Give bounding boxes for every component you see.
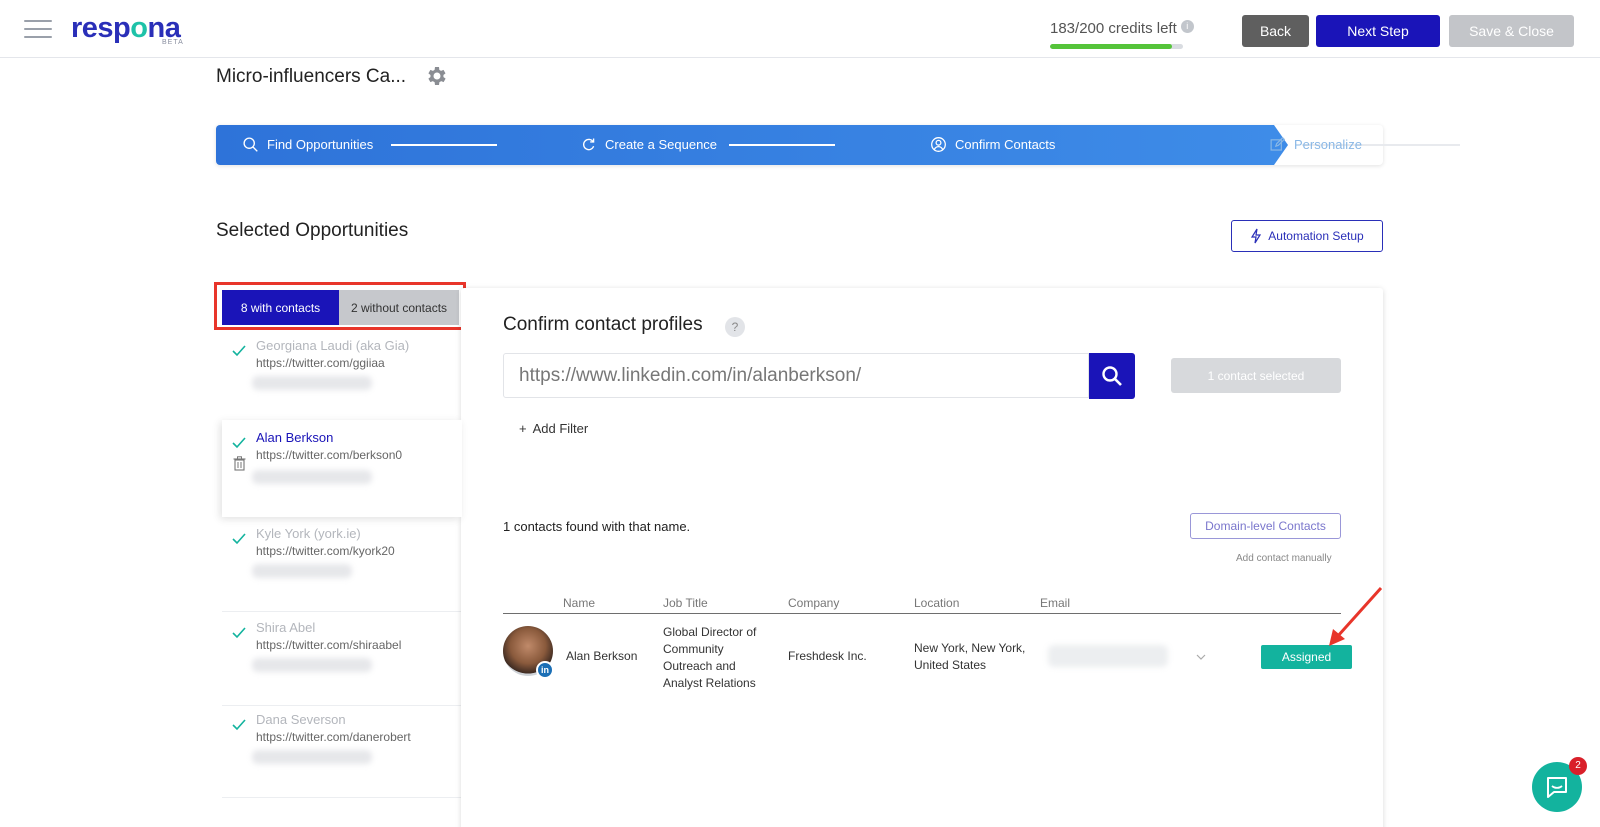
plus-icon: +: [519, 421, 527, 436]
step-connector: [391, 144, 497, 146]
contact-job-title: Global Director of Community Outreach an…: [663, 625, 757, 690]
column-header-job-title: Job Title: [663, 596, 708, 610]
opportunity-name: Dana Severson: [256, 712, 346, 727]
page-content: Micro-influencers Ca... Find Opportuniti…: [0, 58, 1600, 827]
refresh-icon: [583, 138, 595, 151]
contacts-table-header: Name Job Title Company Location Email: [503, 594, 1341, 614]
automation-setup-button[interactable]: Automation Setup: [1231, 220, 1383, 252]
menu-icon[interactable]: [24, 20, 52, 38]
card-title: Confirm contact profiles: [503, 314, 703, 335]
blurred-content: [252, 750, 372, 764]
credits-text: 183/200 credits left: [1050, 20, 1177, 37]
opportunity-url: https://twitter.com/danerobert: [256, 730, 411, 744]
blurred-content: [252, 376, 372, 390]
chevron-down-icon[interactable]: [1196, 652, 1206, 662]
confirm-contacts-card: Confirm contact profiles ? 1 contact sel…: [461, 288, 1383, 827]
opportunity-item[interactable]: Shira Abel https://twitter.com/shiraabel: [222, 614, 462, 706]
trash-icon[interactable]: [233, 456, 246, 471]
gear-icon[interactable]: [424, 64, 448, 88]
check-icon: [232, 627, 246, 639]
opportunity-name: Kyle York (york.ie): [256, 526, 361, 541]
blurred-content: [252, 470, 372, 484]
chat-icon: [1547, 777, 1567, 798]
credits-counter: 183/200 credits left i: [1050, 20, 1194, 37]
help-icon[interactable]: ?: [725, 317, 745, 337]
beta-label: BETA: [162, 39, 184, 46]
campaign-title: Micro-influencers Ca...: [216, 66, 407, 87]
tab-without-contacts[interactable]: 2 without contacts: [339, 290, 459, 325]
column-header-email: Email: [1040, 596, 1071, 610]
check-icon: [232, 533, 246, 545]
check-icon: [232, 345, 246, 357]
step-label: Find Opportunities: [267, 137, 374, 152]
domain-level-contacts-button[interactable]: Domain-level Contacts: [1190, 513, 1341, 539]
results-count-text: 1 contacts found with that name.: [503, 519, 691, 534]
step-label: Confirm Contacts: [955, 137, 1056, 152]
top-bar: respona BETA 183/200 credits left i Back …: [0, 0, 1600, 58]
contact-company: Freshdesk Inc.: [788, 649, 867, 663]
opportunity-url: https://twitter.com/berkson0: [256, 448, 403, 462]
notification-badge: 2: [1569, 757, 1587, 775]
search-icon: [1102, 366, 1122, 386]
add-filter-label: Add Filter: [532, 421, 589, 436]
check-icon: [232, 437, 246, 449]
linkedin-icon[interactable]: in: [536, 661, 554, 679]
step-label: Personalize: [1294, 137, 1362, 152]
lightning-icon: [1251, 228, 1262, 244]
step-create-sequence[interactable]: Create a Sequence: [580, 136, 717, 153]
opportunity-item-selected[interactable]: Alan Berkson https://twitter.com/berkson…: [222, 420, 462, 517]
table-row[interactable]: in Alan Berkson Global Director of Commu…: [503, 620, 1352, 696]
blurred-content: [252, 658, 372, 672]
column-header-name: Name: [563, 596, 596, 610]
contacts-selected-button[interactable]: 1 contact selected: [1171, 358, 1341, 393]
next-step-button[interactable]: Next Step: [1316, 15, 1440, 47]
column-header-company: Company: [788, 596, 840, 610]
contact-name: Alan Berkson: [566, 649, 638, 663]
step-personalize[interactable]: Personalize: [1269, 136, 1362, 153]
search-input[interactable]: [503, 353, 1089, 398]
blurred-content: [252, 564, 352, 578]
opportunity-name: Shira Abel: [256, 620, 316, 635]
tab-with-contacts[interactable]: 8 with contacts: [222, 290, 339, 325]
search-button[interactable]: [1089, 353, 1135, 399]
credits-progress-bar: [1050, 44, 1183, 49]
step-label: Create a Sequence: [605, 137, 718, 152]
step-confirm-contacts[interactable]: Confirm Contacts: [930, 136, 1055, 153]
step-connector: [729, 144, 835, 146]
info-icon[interactable]: i: [1180, 20, 1194, 33]
email-select[interactable]: [1048, 645, 1168, 667]
edit-icon: [1270, 136, 1286, 151]
opportunity-url: https://twitter.com/shiraabel: [256, 638, 402, 652]
section-title: Selected Opportunities: [216, 220, 409, 241]
opportunity-name: Alan Berkson: [256, 430, 334, 445]
column-header-location: Location: [914, 596, 960, 610]
user-circle-icon: [931, 137, 946, 152]
opportunity-item[interactable]: Kyle York (york.ie) https://twitter.com/…: [222, 520, 462, 612]
opportunity-item[interactable]: Dana Severson https://twitter.com/danero…: [222, 706, 462, 798]
search-icon: [243, 137, 258, 152]
step-find-opportunities[interactable]: Find Opportunities: [242, 136, 373, 153]
contact-location: New York, New York, United States: [914, 641, 1026, 672]
back-button[interactable]: Back: [1242, 15, 1309, 47]
add-filter-button[interactable]: + Add Filter: [519, 421, 588, 436]
progress-stepper: Find Opportunities Create a Sequence Con…: [216, 125, 1460, 165]
opportunity-url: https://twitter.com/kyork20: [256, 544, 395, 558]
opportunity-name: Georgiana Laudi (aka Gia): [256, 338, 410, 353]
check-icon: [232, 719, 246, 731]
opportunity-item[interactable]: Georgiana Laudi (aka Gia) https://twitte…: [222, 332, 462, 424]
save-close-button[interactable]: Save & Close: [1449, 15, 1574, 47]
automation-setup-label: Automation Setup: [1268, 229, 1364, 243]
credits-progress-fill: [1050, 44, 1172, 49]
add-contact-manually-link[interactable]: Add contact manually: [1236, 553, 1332, 564]
opportunity-url: https://twitter.com/ggiiaa: [256, 356, 385, 370]
annotation-arrow-icon: [1329, 586, 1383, 646]
